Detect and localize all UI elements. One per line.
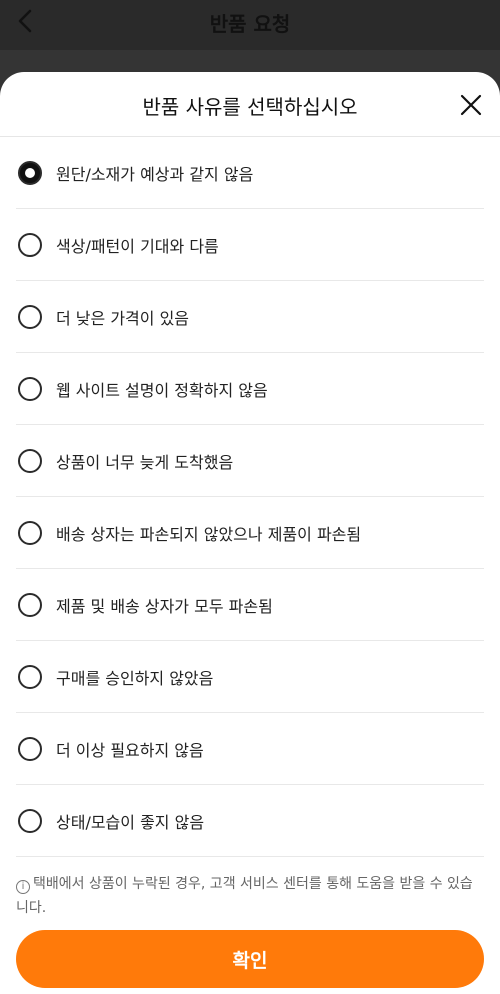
reason-option-label: 웹 사이트 설명이 정확하지 않음 [56, 380, 268, 400]
radio-unselected-icon[interactable] [18, 736, 42, 761]
reason-option-label: 더 이상 필요하지 않음 [56, 740, 204, 760]
reason-option-label: 더 낮은 가격이 있음 [56, 308, 190, 328]
reason-option[interactable]: 구매를 승인하지 않았음 [16, 641, 484, 713]
radio-selected-icon[interactable] [18, 160, 42, 185]
radio-unselected-icon[interactable] [18, 664, 42, 689]
close-icon[interactable] [458, 92, 484, 118]
radio-unselected-icon[interactable] [18, 304, 42, 329]
radio-unselected-icon[interactable] [18, 232, 42, 257]
reason-option-label: 상태/모습이 좋지 않음 [56, 812, 205, 832]
radio-unselected-icon[interactable] [18, 376, 42, 401]
reason-option-label: 상품이 너무 늦게 도착했음 [56, 452, 234, 472]
radio-unselected-icon[interactable] [18, 448, 42, 473]
radio-unselected-icon[interactable] [18, 520, 42, 545]
reason-option-label: 제품 및 배송 상자가 모두 파손됨 [56, 596, 273, 616]
reason-option-label: 구매를 승인하지 않았음 [56, 668, 214, 688]
info-icon: i [16, 880, 30, 894]
reason-option[interactable]: 색상/패턴이 기대와 다름 [16, 209, 484, 281]
radio-unselected-icon[interactable] [18, 808, 42, 833]
return-reason-sheet: 반품 사유를 선택하십시오 원단/소재가 예상과 같지 않음색상/패턴이 기대와… [0, 72, 500, 994]
page-title: 반품 요청 [209, 12, 291, 36]
reason-option[interactable]: 제품 및 배송 상자가 모두 파손됨 [16, 569, 484, 641]
sheet-header: 반품 사유를 선택하십시오 [0, 72, 500, 137]
reason-option[interactable]: 더 낮은 가격이 있음 [16, 281, 484, 353]
reason-option-label: 원단/소재가 예상과 같지 않음 [56, 164, 254, 184]
reason-options-list: 원단/소재가 예상과 같지 않음색상/패턴이 기대와 다름더 낮은 가격이 있음… [0, 137, 500, 857]
confirm-button[interactable]: 확인 [16, 930, 484, 988]
reason-option[interactable]: 웹 사이트 설명이 정확하지 않음 [16, 353, 484, 425]
reason-option[interactable]: 더 이상 필요하지 않음 [16, 713, 484, 785]
reason-option[interactable]: 원단/소재가 예상과 같지 않음 [16, 137, 484, 209]
reason-option[interactable]: 배송 상자는 파손되지 않았으나 제품이 파손됨 [16, 497, 484, 569]
sheet-title: 반품 사유를 선택하십시오 [142, 95, 358, 119]
radio-unselected-icon[interactable] [18, 592, 42, 617]
reason-option-label: 배송 상자는 파손되지 않았으나 제품이 파손됨 [56, 524, 362, 544]
reason-option-label: 색상/패턴이 기대와 다름 [56, 236, 219, 256]
reason-option[interactable]: 상태/모습이 좋지 않음 [16, 785, 484, 857]
notice-text: i 택배에서 상품이 누락된 경우, 고객 서비스 센터를 통해 도움을 받을 수… [16, 872, 484, 920]
reason-option[interactable]: 상품이 너무 늦게 도착했음 [16, 425, 484, 497]
notice-message: 택배에서 상품이 누락된 경우, 고객 서비스 센터를 통해 도움을 받을 수 … [16, 876, 473, 916]
